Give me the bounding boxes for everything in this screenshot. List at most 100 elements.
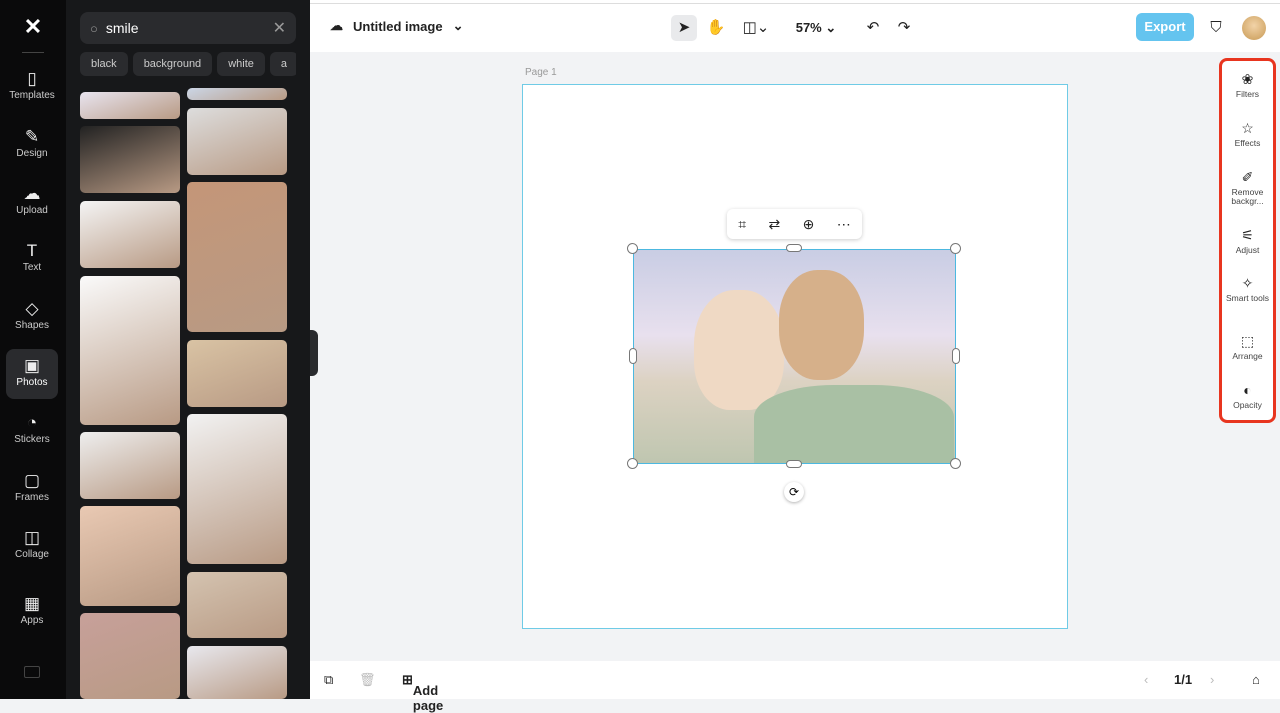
redo-button[interactable]: ↷ [891, 15, 917, 41]
rail-item-upload[interactable]: ☁ Upload [6, 177, 58, 227]
photo-result[interactable] [80, 92, 180, 119]
zoom-value: 57% [795, 20, 822, 35]
image-tools-panel: ❀ Filters ☆ Effects ✐ Remove backgr... ⚟ Adjust… [1219, 58, 1276, 423]
avatar[interactable] [1242, 16, 1266, 40]
prev-page-icon[interactable]: ‹ [1144, 672, 1148, 687]
crop-icon[interactable]: ⌗ [738, 216, 746, 233]
photo-result[interactable] [187, 88, 287, 100]
adjust-icon: ⚟ [1241, 227, 1254, 243]
replace-icon[interactable]: ⇄ [769, 216, 781, 233]
photo-result[interactable] [187, 646, 287, 699]
photo-content [754, 385, 954, 463]
divider [22, 52, 44, 53]
add-page-button[interactable]: ⊞ Add page [402, 672, 443, 713]
tool-filters[interactable]: ❀ Filters [1222, 71, 1273, 99]
resize-handle-left[interactable] [629, 348, 637, 364]
rail-item-shapes[interactable]: ◇ Shapes [6, 292, 58, 342]
photo-result[interactable] [80, 201, 180, 268]
zoom-dropdown[interactable]: 57% ⌄ [788, 15, 844, 41]
effects-icon: ☆ [1241, 120, 1254, 136]
select-tool-button[interactable]: ➤ [671, 15, 697, 41]
shield-icon[interactable]: ⛉ [1203, 15, 1229, 41]
photo-result[interactable] [80, 276, 180, 425]
rail-item-text[interactable]: T Text [6, 234, 58, 284]
chip-black[interactable]: black [80, 52, 128, 76]
tool-label: Smart tools [1226, 293, 1269, 303]
rail-item-label: Apps [20, 615, 44, 626]
photo-result[interactable] [80, 506, 180, 606]
rail-item-apps[interactable]: ▦ Apps [6, 587, 58, 637]
add-page-label: Add page [412, 683, 444, 713]
layout-button[interactable]: ◫⌄ [738, 15, 774, 41]
next-page-icon[interactable]: › [1210, 672, 1214, 687]
chip-white[interactable]: white [217, 52, 265, 76]
photo-result[interactable] [80, 613, 180, 699]
filters-icon: ❀ [1241, 71, 1254, 87]
photo-content [779, 270, 864, 380]
delete-page-icon[interactable]: 🗑 [359, 672, 376, 688]
stickers-icon: ◔ [26, 413, 38, 432]
collapse-panel-handle[interactable] [310, 330, 318, 376]
text-icon: T [26, 241, 38, 260]
rail-item-design[interactable]: ✎ Design [6, 120, 58, 170]
templates-icon: ▯ [27, 69, 37, 88]
resize-handle-tr[interactable] [950, 243, 961, 254]
photo-result[interactable] [187, 108, 287, 175]
photo-result[interactable] [187, 182, 287, 332]
chip-more[interactable]: a [269, 52, 296, 76]
rail-item-stickers[interactable]: ◔ Stickers [6, 406, 58, 456]
collage-icon: ◫ [23, 528, 41, 547]
capcut-logo-icon[interactable]: ✕ [20, 16, 46, 38]
search-value: smile [105, 20, 139, 36]
keyboard-icon[interactable] [24, 666, 40, 678]
tool-label: Adjust [1235, 245, 1260, 255]
chip-background[interactable]: background [132, 52, 213, 76]
document-title[interactable]: Untitled image [353, 19, 443, 34]
clear-search-icon[interactable]: ✕ [273, 18, 286, 38]
apps-icon: ▦ [23, 594, 41, 613]
tool-label: Effects [1234, 138, 1261, 148]
search-input[interactable]: ○ smile ✕ [80, 12, 296, 44]
tool-opacity[interactable]: ◐ Opacity [1222, 382, 1273, 410]
rail-item-label: Frames [15, 492, 49, 503]
rail-item-label: Templates [9, 90, 55, 101]
rail-item-collage[interactable]: ◫ Collage [6, 521, 58, 571]
photo-result[interactable] [187, 414, 287, 564]
tool-remove[interactable]: ✐ Remove backgr... [1222, 169, 1273, 206]
rail-item-label: Stickers [14, 434, 50, 445]
duplicate-icon[interactable]: ⊕ [803, 216, 815, 233]
resize-handle-right[interactable] [952, 348, 960, 364]
photo-result[interactable] [80, 432, 180, 499]
remove-icon: ✐ [1241, 169, 1254, 185]
tool-effects[interactable]: ☆ Effects [1222, 120, 1273, 148]
undo-button[interactable]: ↶ [860, 15, 886, 41]
tool-smart[interactable]: ✧ Smart tools [1222, 275, 1273, 303]
tool-arrange[interactable]: ⬚ Arrange [1222, 333, 1273, 361]
photo-result[interactable] [187, 340, 287, 407]
layers-icon[interactable]: ⧉ [324, 672, 333, 688]
rail-item-label: Shapes [15, 320, 49, 331]
cloud-icon[interactable]: ☁ [330, 18, 343, 34]
rotate-handle-icon[interactable]: ⟳ [784, 482, 804, 502]
rail-item-label: Text [22, 262, 42, 273]
hand-tool-button[interactable]: ✋ [703, 15, 729, 41]
chevron-down-icon[interactable]: ⌄ [453, 18, 464, 34]
photo-result[interactable] [80, 126, 180, 193]
tool-adjust[interactable]: ⚟ Adjust [1222, 227, 1273, 255]
photo-result[interactable] [187, 572, 287, 638]
resize-handle-bl[interactable] [627, 458, 638, 469]
top-bar: ☁ Untitled image ⌄ ➤ ✋ ◫⌄ 57% ⌄ ↶ ↷ Expo… [310, 4, 1280, 52]
selected-image[interactable] [633, 249, 956, 464]
resize-handle-top[interactable] [786, 244, 802, 252]
rail-item-photos[interactable]: ▣ Photos [6, 349, 58, 399]
rail-item-frames[interactable]: ▢ Frames [6, 464, 58, 514]
more-icon[interactable]: ⋯ [837, 216, 851, 233]
photos-icon: ▣ [23, 356, 41, 375]
resize-handle-br[interactable] [950, 458, 961, 469]
export-button[interactable]: Export [1136, 13, 1194, 41]
page-count: 1/1 [1174, 672, 1193, 687]
pages-panel-icon[interactable]: ⌂ [1252, 672, 1260, 687]
rail-item-templates[interactable]: ▯ Templates [6, 62, 58, 112]
resize-handle-bottom[interactable] [786, 460, 802, 468]
resize-handle-tl[interactable] [627, 243, 638, 254]
